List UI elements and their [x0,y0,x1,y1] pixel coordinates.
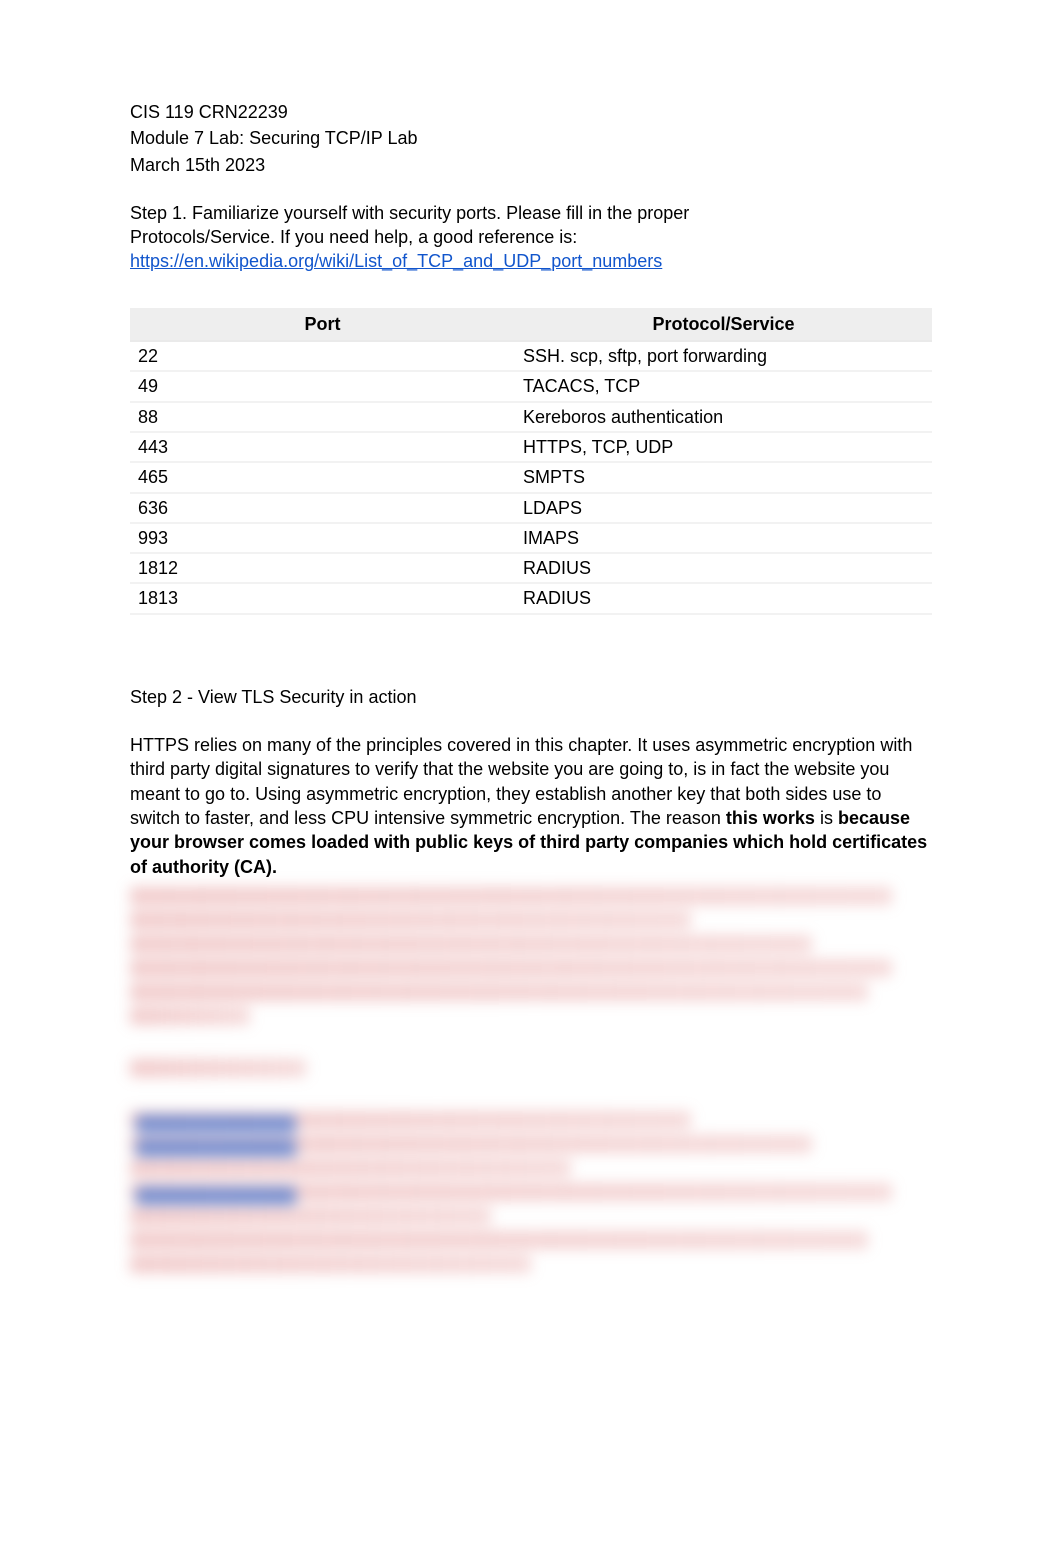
table-row: 22 SSH. scp, sftp, port forwarding [130,341,932,371]
port-cell: 1812 [130,553,515,583]
ports-table: Port Protocol/Service 22 SSH. scp, sftp,… [130,308,932,615]
protocol-cell: SSH. scp, sftp, port forwarding [515,341,932,371]
protocol-cell: RADIUS [515,553,932,583]
protocol-cell: Kereboros authentication [515,402,932,432]
step2-mid: is [815,808,838,828]
document-date: March 15th 2023 [130,153,932,177]
table-row: 465 SMPTS [130,462,932,492]
protocol-cell: TACACS, TCP [515,371,932,401]
wikipedia-reference-link[interactable]: https://en.wikipedia.org/wiki/List_of_TC… [130,251,662,271]
port-cell: 443 [130,432,515,462]
table-row: 443 HTTPS, TCP, UDP [130,432,932,462]
port-cell: 636 [130,493,515,523]
port-cell: 49 [130,371,515,401]
port-header: Port [130,308,515,341]
table-row: 993 IMAPS [130,523,932,553]
document-header: CIS 119 CRN22239 Module 7 Lab: Securing … [130,100,932,177]
port-cell: 88 [130,402,515,432]
step2-paragraph: HTTPS relies on many of the principles c… [130,733,932,879]
table-row: 1812 RADIUS [130,553,932,583]
step2-title: Step 2 - View TLS Security in action [130,685,932,709]
port-cell: 22 [130,341,515,371]
step2-bold1: this works [726,808,815,828]
table-row: 49 TACACS, TCP [130,371,932,401]
protocol-cell: IMAPS [515,523,932,553]
step1-instructions: Step 1. Familiarize yourself with securi… [130,201,932,274]
step1-line2: Protocols/Service. If you need help, a g… [130,227,577,247]
ports-table-container: Port Protocol/Service 22 SSH. scp, sftp,… [130,308,932,615]
port-cell: 465 [130,462,515,492]
table-row: 88 Kereboros authentication [130,402,932,432]
step1-line1: Step 1. Familiarize yourself with securi… [130,203,689,223]
table-header-row: Port Protocol/Service [130,308,932,341]
protocol-cell: SMPTS [515,462,932,492]
course-code: CIS 119 CRN22239 [130,100,932,124]
obscured-content [130,887,932,1273]
port-cell: 993 [130,523,515,553]
protocol-cell: RADIUS [515,583,932,613]
table-row: 636 LDAPS [130,493,932,523]
protocol-header: Protocol/Service [515,308,932,341]
protocol-cell: LDAPS [515,493,932,523]
table-row: 1813 RADIUS [130,583,932,613]
module-title: Module 7 Lab: Securing TCP/IP Lab [130,126,932,150]
protocol-cell: HTTPS, TCP, UDP [515,432,932,462]
port-cell: 1813 [130,583,515,613]
